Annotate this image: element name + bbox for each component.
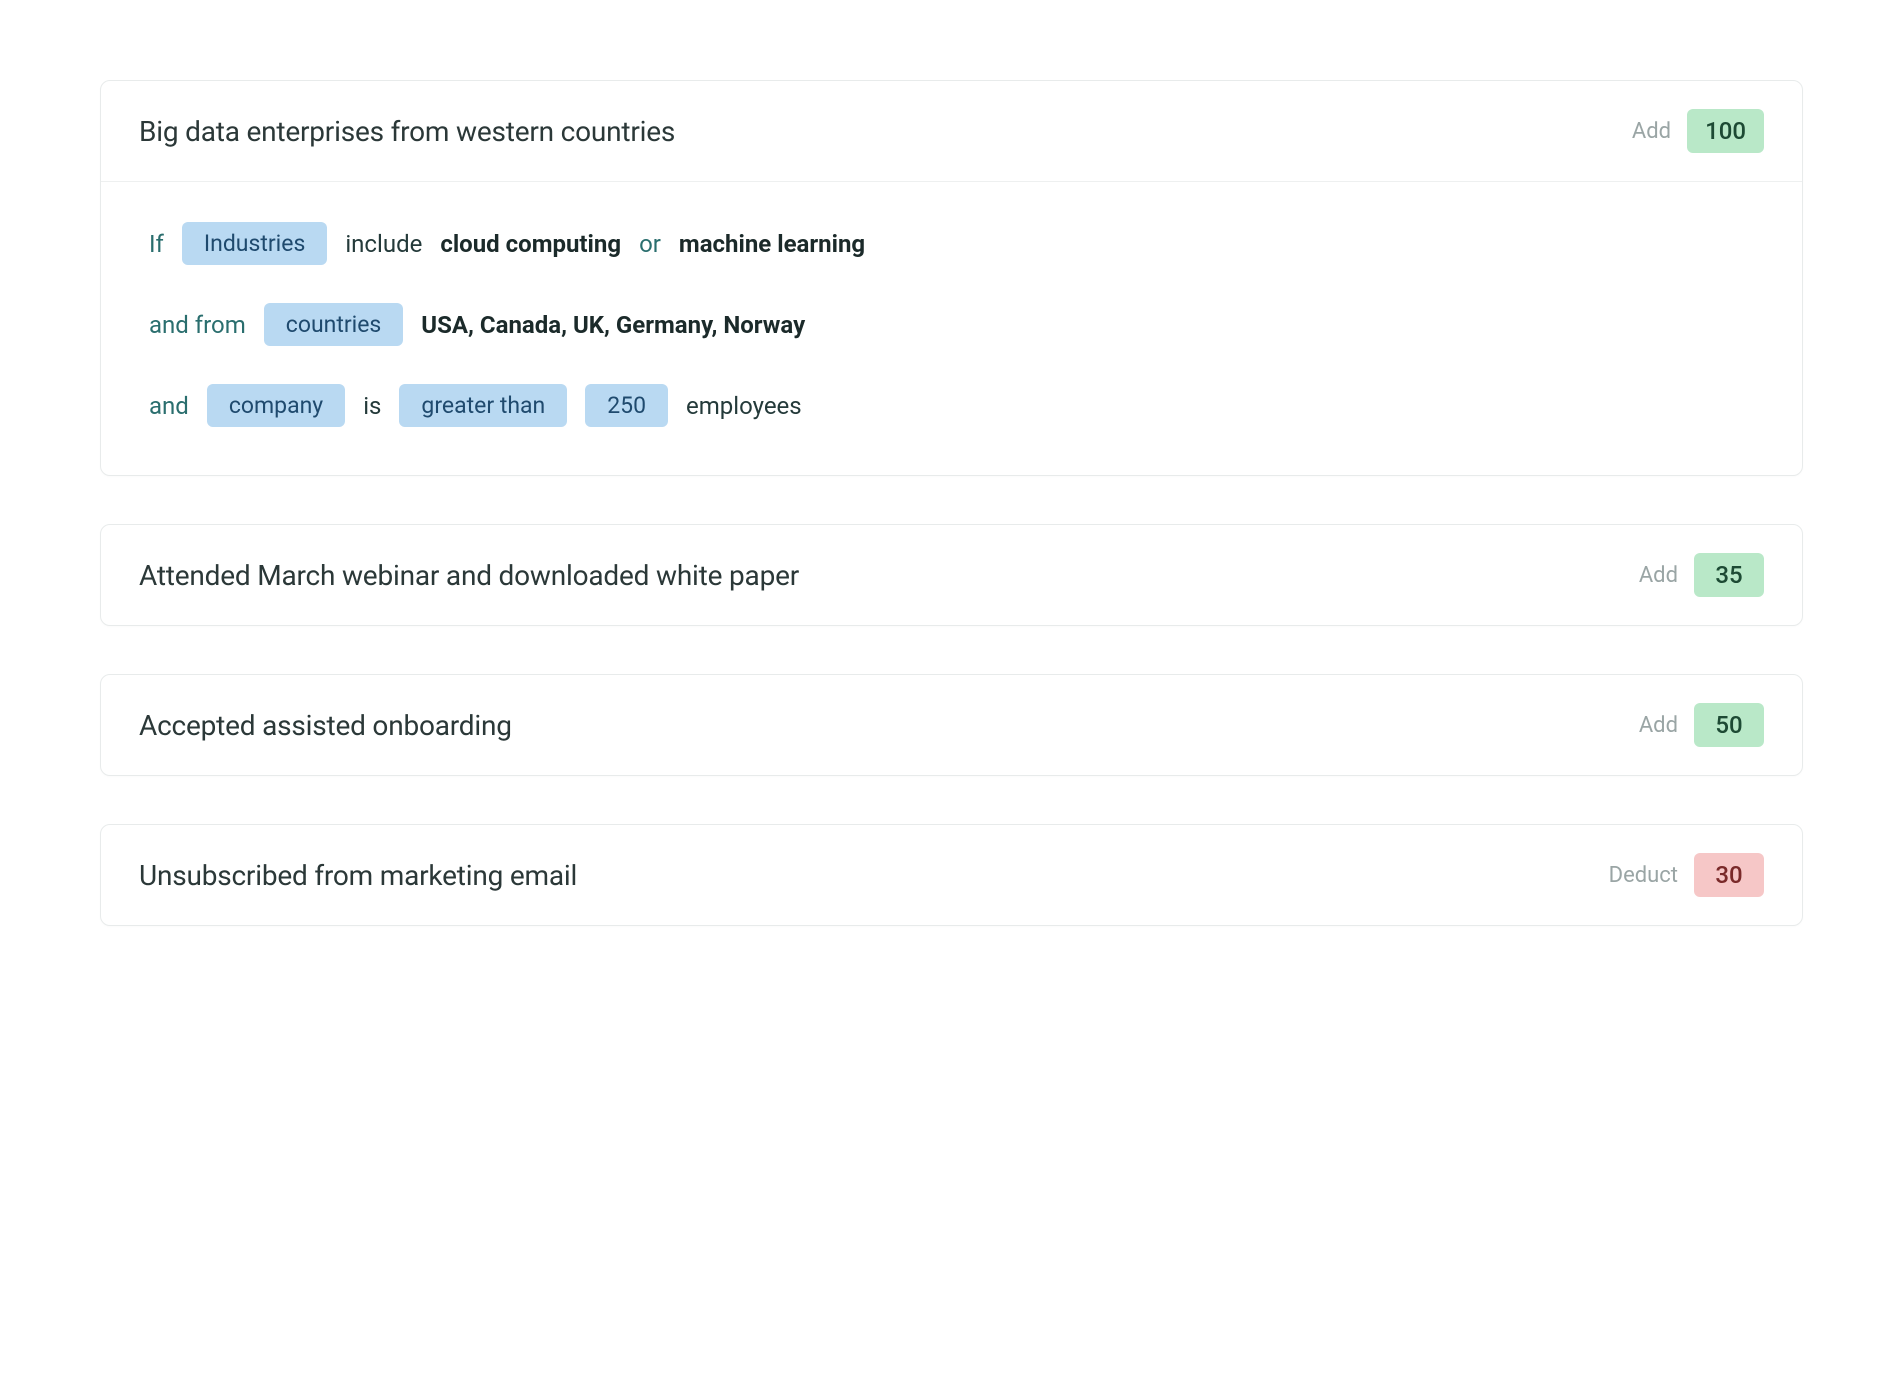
condition-line: If Industries include cloud computing or… [149,222,1754,265]
condition-line: and company is greater than 250 employee… [149,384,1754,427]
rule-body: If Industries include cloud computing or… [101,182,1802,475]
condition-and: and [149,392,189,420]
condition-if: If [149,230,164,258]
rule-action: Deduct 30 [1609,853,1764,897]
rule-action-label: Add [1639,713,1678,738]
rule-action-label: Add [1639,563,1678,588]
condition-line: and from countries USA, Canada, UK, Germ… [149,303,1754,346]
rule-card[interactable]: Big data enterprises from western countr… [100,80,1803,476]
rule-header[interactable]: Accepted assisted onboarding Add 50 [101,675,1802,775]
field-pill-industries[interactable]: Industries [182,222,327,265]
rule-title: Unsubscribed from marketing email [139,859,577,892]
rule-action-label: Deduct [1609,863,1678,888]
rule-title: Big data enterprises from western countr… [139,115,675,148]
rule-action: Add 35 [1639,553,1764,597]
rule-card[interactable]: Attended March webinar and downloaded wh… [100,524,1803,626]
rule-card[interactable]: Unsubscribed from marketing email Deduct… [100,824,1803,926]
rule-header[interactable]: Big data enterprises from western countr… [101,81,1802,182]
score-chip[interactable]: 35 [1694,553,1764,597]
value-pill-number[interactable]: 250 [585,384,668,427]
rule-action: Add 100 [1632,109,1764,153]
rule-header[interactable]: Attended March webinar and downloaded wh… [101,525,1802,625]
field-pill-company[interactable]: company [207,384,345,427]
rule-title: Attended March webinar and downloaded wh… [139,559,799,592]
condition-or: or [639,230,661,258]
condition-value: cloud computing [440,230,621,258]
rule-action: Add 50 [1639,703,1764,747]
score-chip[interactable]: 30 [1694,853,1764,897]
condition-operator: include [345,230,422,258]
rule-action-label: Add [1632,119,1671,144]
rule-header[interactable]: Unsubscribed from marketing email Deduct… [101,825,1802,925]
condition-and-from: and from [149,311,246,339]
condition-value: machine learning [679,230,865,258]
condition-value-list: USA, Canada, UK, Germany, Norway [421,311,805,339]
comparator-pill-greater-than[interactable]: greater than [399,384,567,427]
condition-unit: employees [686,392,802,420]
score-chip[interactable]: 100 [1687,109,1764,153]
field-pill-countries[interactable]: countries [264,303,404,346]
rule-card[interactable]: Accepted assisted onboarding Add 50 [100,674,1803,776]
score-chip[interactable]: 50 [1694,703,1764,747]
rule-title: Accepted assisted onboarding [139,709,512,742]
condition-is: is [363,392,381,420]
